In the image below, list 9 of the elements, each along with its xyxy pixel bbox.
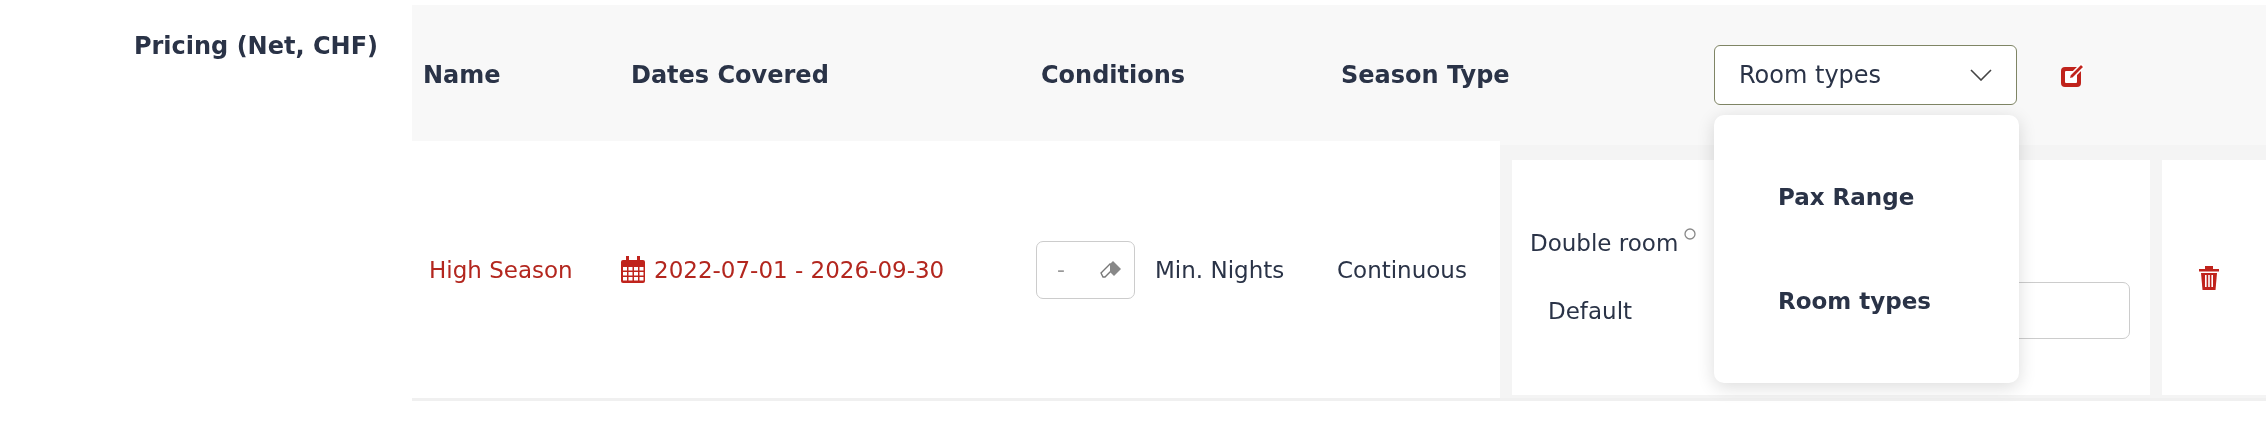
rate-label: Default (1547, 297, 1633, 324)
column-header: Dates Covered (630, 61, 830, 89)
column-header: Conditions (1040, 61, 1187, 89)
section-label: Pricing (Net, CHF) (133, 32, 378, 60)
room-name: Double room (1530, 230, 1679, 256)
season-type: Continuous (1336, 256, 1467, 283)
column-header: Name (422, 61, 502, 89)
column-header: Season Type (1340, 61, 1511, 89)
min-nights-label: Min. Nights (1155, 256, 1285, 283)
